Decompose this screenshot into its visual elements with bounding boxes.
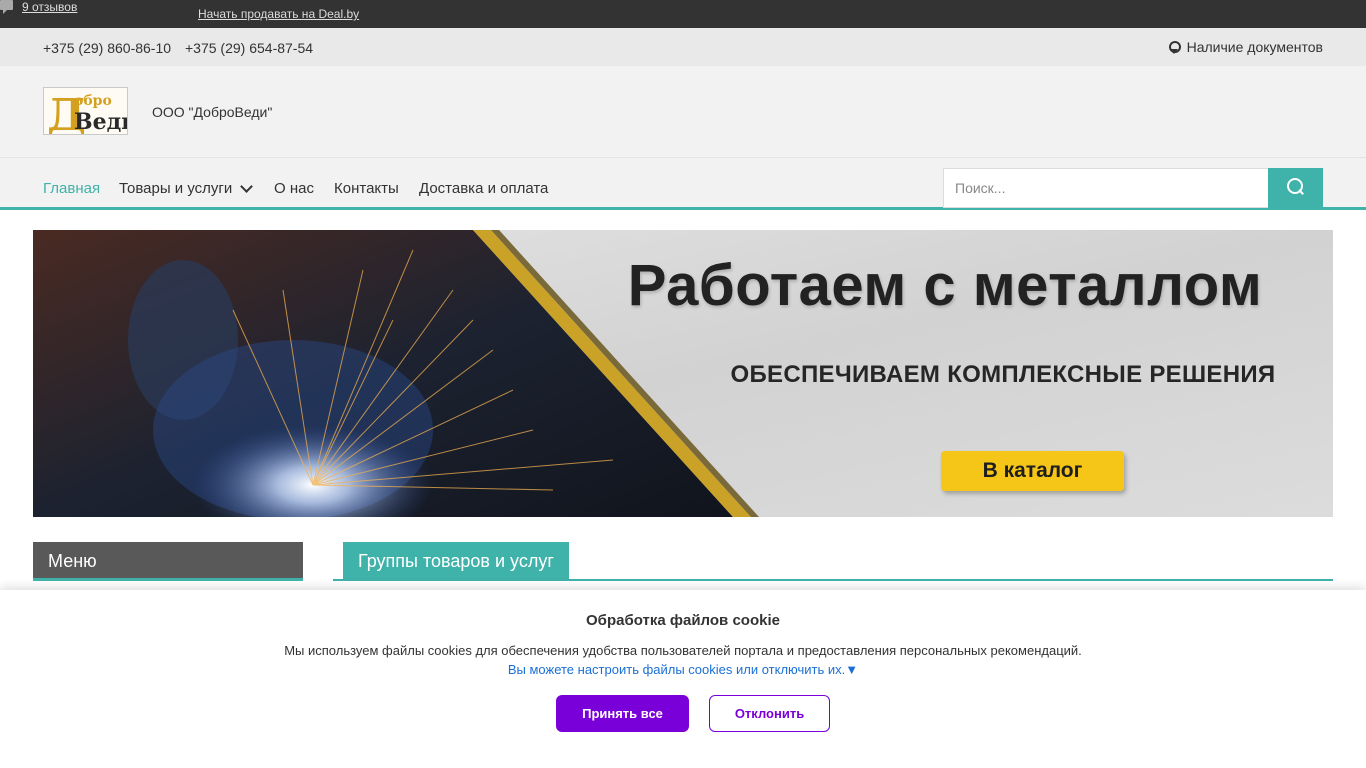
- company-logo[interactable]: Д обро Веди: [43, 87, 128, 135]
- nav-about[interactable]: О нас: [274, 180, 314, 197]
- company-name: ООО "ДоброВеди": [152, 104, 273, 120]
- main-nav: Главная Товары и услуги О нас Контакты Д…: [0, 158, 1366, 210]
- catalog-button[interactable]: В каталог: [941, 451, 1124, 491]
- accept-all-button[interactable]: Принять все: [556, 695, 689, 732]
- award-icon: [1168, 40, 1181, 54]
- search-icon: [1287, 178, 1304, 195]
- search-input[interactable]: [943, 168, 1269, 208]
- nav-home[interactable]: Главная: [43, 180, 100, 197]
- nav-delivery[interactable]: Доставка и оплата: [419, 180, 548, 197]
- banner-title: Работаем с металлом: [627, 253, 1263, 318]
- svg-text:Веди: Веди: [74, 109, 128, 135]
- decline-button[interactable]: Отклонить: [709, 695, 830, 732]
- product-groups-heading: Группы товаров и услуг: [343, 542, 569, 580]
- banner-subtitle: ОБЕСПЕЧИВАЕМ КОМПЛЕКСНЫЕ РЕШЕНИЯ: [730, 361, 1276, 388]
- reviews-link[interactable]: 9 отзывов: [22, 0, 77, 14]
- search-button[interactable]: [1268, 168, 1323, 208]
- documents-link[interactable]: Наличие документов: [1168, 39, 1323, 55]
- chevron-down-icon: [240, 179, 254, 193]
- menu-heading: Меню: [33, 542, 303, 581]
- phone-2[interactable]: +375 (29) 654-87-54: [185, 40, 313, 56]
- contact-bar: +375 (29) 860-86-10 +375 (29) 654-87-54 …: [0, 28, 1366, 66]
- top-bar: Начать продавать на Deal.by 9 отзывов: [0, 0, 1366, 28]
- chat-icon: [0, 0, 13, 14]
- svg-text:обро: обро: [74, 93, 112, 109]
- documents-label: Наличие документов: [1186, 39, 1323, 55]
- cookie-settings-link[interactable]: Вы можете настроить файлы cookies или от…: [0, 662, 1366, 677]
- start-selling-link[interactable]: Начать продавать на Deal.by: [198, 7, 359, 21]
- nav-goods-services[interactable]: Товары и услуги: [119, 179, 254, 197]
- nav-contacts[interactable]: Контакты: [334, 180, 399, 197]
- cookie-banner: Обработка файлов cookie Мы используем фа…: [0, 590, 1366, 768]
- nav-goods-label: Товары и услуги: [119, 180, 233, 197]
- site-header: Д обро Веди ООО "ДоброВеди": [0, 66, 1366, 158]
- cookie-title: Обработка файлов cookie: [586, 612, 780, 629]
- hero-banner[interactable]: Работаем с металлом ОБЕСПЕЧИВАЕМ КОМПЛЕК…: [33, 230, 1333, 517]
- cookie-text: Мы используем файлы cookies для обеспече…: [284, 643, 1082, 658]
- phone-1[interactable]: +375 (29) 860-86-10: [43, 40, 171, 56]
